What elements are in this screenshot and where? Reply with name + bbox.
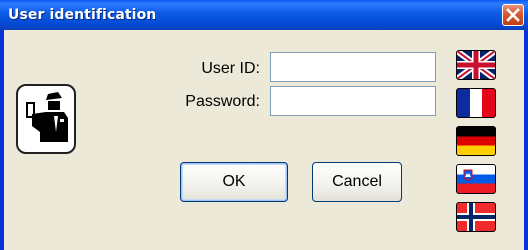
cancel-button[interactable]: Cancel <box>312 162 402 202</box>
germany-flag-icon <box>457 127 495 155</box>
login-dialog: User identification User ID: Password: O… <box>0 0 528 250</box>
title-bar[interactable]: User identification <box>0 0 528 30</box>
window-title: User identification <box>8 7 157 23</box>
uk-flag-icon <box>457 51 495 79</box>
user-id-label: User ID: <box>201 60 260 77</box>
password-label: Password: <box>185 93 260 110</box>
language-button-slovenian[interactable] <box>456 164 496 194</box>
france-flag-icon <box>457 89 495 117</box>
language-button-french[interactable] <box>456 88 496 118</box>
police-officer-icon <box>26 92 68 142</box>
slovenia-flag-icon <box>457 165 495 193</box>
language-button-english[interactable] <box>456 50 496 80</box>
ok-button[interactable]: OK <box>180 162 288 202</box>
close-icon <box>506 8 520 22</box>
norway-flag-icon <box>457 203 495 231</box>
password-input[interactable] <box>270 86 436 116</box>
language-button-german[interactable] <box>456 126 496 156</box>
user-id-input[interactable] <box>270 52 436 82</box>
officer-badge <box>16 84 76 154</box>
close-button[interactable] <box>502 4 524 26</box>
dialog-body: User ID: Password: OK Cancel <box>4 30 524 250</box>
language-button-norwegian[interactable] <box>456 202 496 232</box>
